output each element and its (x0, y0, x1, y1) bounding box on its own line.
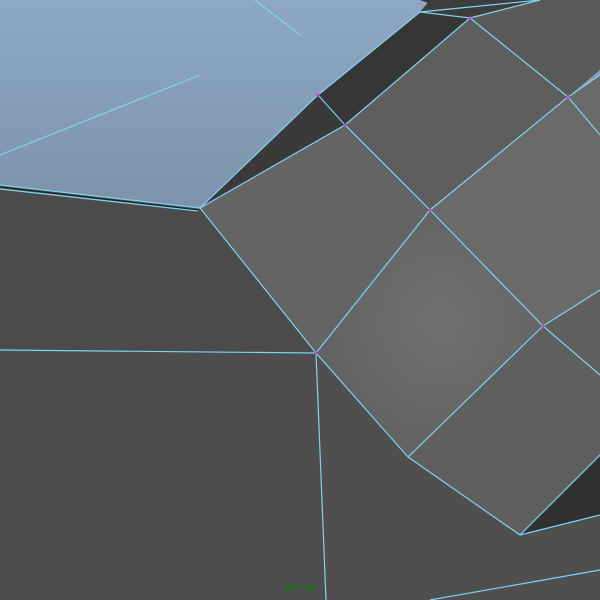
vertex[interactable] (314, 351, 318, 355)
vertex[interactable] (541, 324, 545, 328)
vertex[interactable] (566, 95, 570, 99)
vertex[interactable] (316, 93, 320, 97)
mesh-wireframe-view[interactable] (0, 0, 600, 600)
perspective-viewport[interactable]: persp (0, 0, 600, 600)
mesh-face-bottom-left (0, 350, 326, 600)
vertex[interactable] (343, 123, 347, 127)
vertex[interactable] (428, 208, 432, 212)
vertex[interactable] (468, 16, 472, 20)
